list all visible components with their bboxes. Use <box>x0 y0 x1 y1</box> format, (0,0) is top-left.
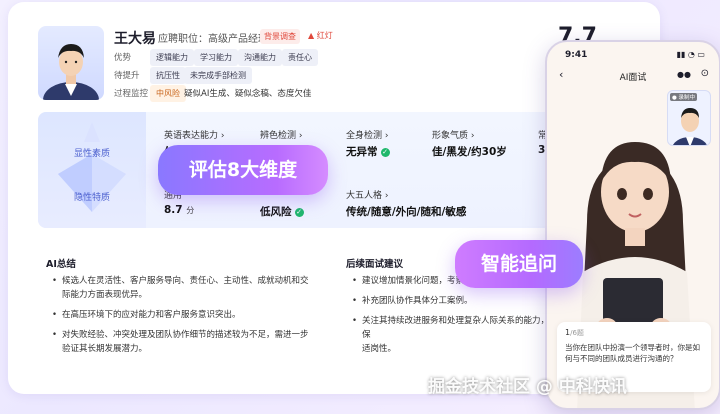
close-icon[interactable]: ⊙ <box>701 68 709 79</box>
advice-item-text: 关注其持续改进服务和处理复杂人际关系的能力，确保 <box>362 316 558 340</box>
summary-item: 在高压环境下的应对能力和客户服务意识突出。 <box>52 308 312 322</box>
candidate-name: 王大易 <box>114 31 156 47</box>
strength-chip: 责任心 <box>282 49 318 66</box>
question-text: 当你在团队中扮演一个领导者时，你是如何与不同的团队成员进行沟通的？ <box>565 343 700 363</box>
summary-item: 对失败经验、冲突处理及团队协作细节的描述较为不足，需进一步验证其长期发展潜力。 <box>52 328 312 356</box>
dimension-title[interactable]: 大五人格 › <box>346 188 388 201</box>
dimension-value-text: 低风险 <box>260 206 292 218</box>
smart-followup-pill: 智能追问 <box>455 240 583 288</box>
phone-title: AI面试 <box>619 73 647 83</box>
menu-icon[interactable]: ●● <box>677 70 691 79</box>
check-icon: ✓ <box>380 148 390 157</box>
dimension-value: 8.7 分 <box>164 204 194 216</box>
strength-chip: 学习能力 <box>194 49 238 66</box>
risk-level-chip: 中风险 <box>150 85 186 102</box>
warning-icon: ▲ <box>308 31 315 40</box>
dimension-title[interactable]: 辨色检测 › <box>260 128 302 141</box>
explicit-traits-label: 显性素质 <box>74 149 111 159</box>
red-flag-badge: ▲ 红灯 <box>308 30 333 41</box>
eight-dimensions-pill: 评估8大维度 <box>158 145 328 195</box>
phone-mockup: 9:41 ▮▮ ◔ ▭ ‹ AI面试 ●● ⊙ ● 录制中 1/6题 当你在团队… <box>545 40 720 410</box>
question-index: 1/6题 <box>565 328 584 338</box>
monitor-detail: 疑似AI生成、疑似念稿、态度欠佳 <box>184 89 312 99</box>
dimension-title[interactable]: 形象气质 › <box>432 128 474 141</box>
dimension-title[interactable]: 全身检测 › <box>346 128 388 141</box>
check-icon: ✓ <box>294 208 304 217</box>
question-total: /6题 <box>570 329 584 337</box>
ai-summary-title: AI总结 <box>46 259 76 270</box>
band-side-panel: 显性素质 隐性特质 <box>38 112 146 228</box>
dimension-title[interactable]: 英语表达能力 › <box>164 128 224 141</box>
strengths-label: 优势 <box>114 53 132 63</box>
monitor-label: 过程监控 <box>114 89 149 99</box>
improve-chip: 抗压性 <box>150 67 186 84</box>
watermark: 掘金技术社区 @ 中科快讯 <box>428 377 627 397</box>
dimension-value: 佳/黑发/约30岁 <box>432 146 507 158</box>
implicit-traits-label: 隐性特质 <box>74 193 111 203</box>
background-check-tag[interactable]: 背景调查 <box>260 29 300 44</box>
red-flag-label: 红灯 <box>316 31 333 40</box>
status-icons: ▮▮ ◔ ▭ <box>676 50 705 59</box>
candidate-avatar <box>38 26 104 100</box>
advice-item-text: 适岗性。 <box>362 344 397 354</box>
candidate-camera-preview: ● 录制中 <box>667 90 711 146</box>
dimension-value: 低风险 ✓ <box>260 204 304 219</box>
strength-chip: 沟通能力 <box>238 49 282 66</box>
status-time: 9:41 <box>565 50 588 60</box>
recording-indicator: ● 录制中 <box>670 93 698 101</box>
dimension-value-text: 无异常 <box>346 146 378 158</box>
dimension-value: 传统/随意/外向/随和/敏感 <box>346 206 467 218</box>
position-label: 应聘职位：高级产品经理 <box>158 34 268 45</box>
advice-item: 补充团队协作具体分工案例。 <box>352 294 562 308</box>
dimension-value: 无异常 ✓ <box>346 144 390 159</box>
strength-chip: 逻辑能力 <box>150 49 194 66</box>
improve-label: 待提升 <box>114 71 140 81</box>
summary-item: 候选人在灵活性、客户服务导向、责任心、主动性、成就动机和交际能力方面表现优异。 <box>52 274 312 302</box>
followup-advice-title: 后续面试建议 <box>346 259 404 270</box>
score-unit: 分 <box>186 206 195 215</box>
dimension-value-text: 8.7 <box>164 204 183 216</box>
improve-chip: 未完成手部检测 <box>184 67 252 84</box>
advice-item: 关注其持续改进服务和处理复杂人际关系的能力，确保适岗性。 <box>352 314 562 356</box>
